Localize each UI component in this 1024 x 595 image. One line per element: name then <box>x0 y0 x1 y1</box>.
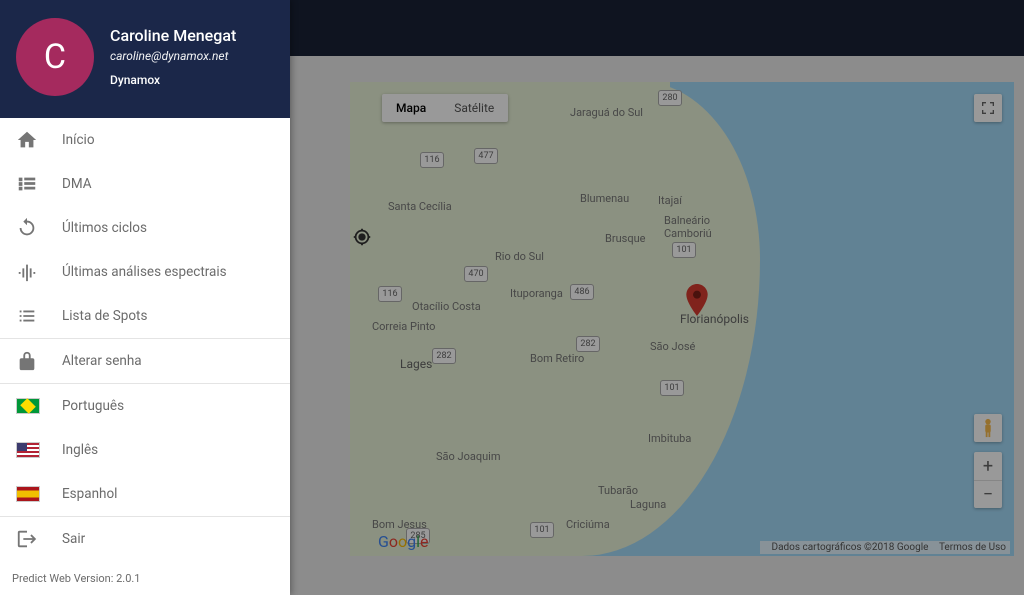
menu-item-es[interactable]: Espanhol <box>0 472 290 516</box>
menu-label-senha: Alterar senha <box>62 353 142 369</box>
profile-company: Dynamox <box>110 73 236 87</box>
menu-label-pt: Português <box>62 398 124 414</box>
profile-name: Caroline Menegat <box>110 26 236 45</box>
nav-drawer: C Caroline Menegat caroline@dynamox.net … <box>0 0 290 595</box>
lock-icon <box>16 350 62 372</box>
menu-label-sair: Sair <box>62 531 85 547</box>
profile-email: caroline@dynamox.net <box>110 49 236 63</box>
menu-item-espectrais[interactable]: Últimas análises espectrais <box>0 250 290 294</box>
menu-label-home: Início <box>62 132 95 148</box>
menu-item-pt[interactable]: Português <box>0 384 290 428</box>
flag-br-icon <box>16 398 62 414</box>
avatar: C <box>16 18 94 96</box>
flag-us-icon <box>16 442 62 458</box>
menu-item-spots[interactable]: Lista de Spots <box>0 294 290 338</box>
menu-item-dma[interactable]: DMA <box>0 162 290 206</box>
list-icon <box>16 305 62 327</box>
version-footer: Predict Web Version: 2.0.1 <box>0 562 290 595</box>
waveform-icon <box>16 261 62 283</box>
menu-item-ciclos[interactable]: Últimos ciclos <box>0 206 290 250</box>
logout-icon <box>16 528 62 550</box>
menu-item-en[interactable]: Inglês <box>0 428 290 472</box>
list-alt-icon <box>16 173 62 195</box>
menu-item-senha[interactable]: Alterar senha <box>0 339 290 383</box>
menu-item-home[interactable]: Início <box>0 118 290 162</box>
menu-label-es: Espanhol <box>62 486 117 502</box>
menu-scroll[interactable]: Início DMA Últimos ciclos Últimas anális… <box>0 118 290 562</box>
refresh-icon <box>16 217 62 239</box>
menu-label-en: Inglês <box>62 442 98 458</box>
menu-label-spots: Lista de Spots <box>62 308 147 324</box>
flag-es-icon <box>16 486 62 502</box>
profile-header: C Caroline Menegat caroline@dynamox.net … <box>0 0 290 118</box>
menu-label-dma: DMA <box>62 176 92 192</box>
home-icon <box>16 129 62 151</box>
menu-label-espectrais: Últimas análises espectrais <box>62 264 227 280</box>
menu-label-ciclos: Últimos ciclos <box>62 220 147 236</box>
menu-item-sair[interactable]: Sair <box>0 517 290 561</box>
